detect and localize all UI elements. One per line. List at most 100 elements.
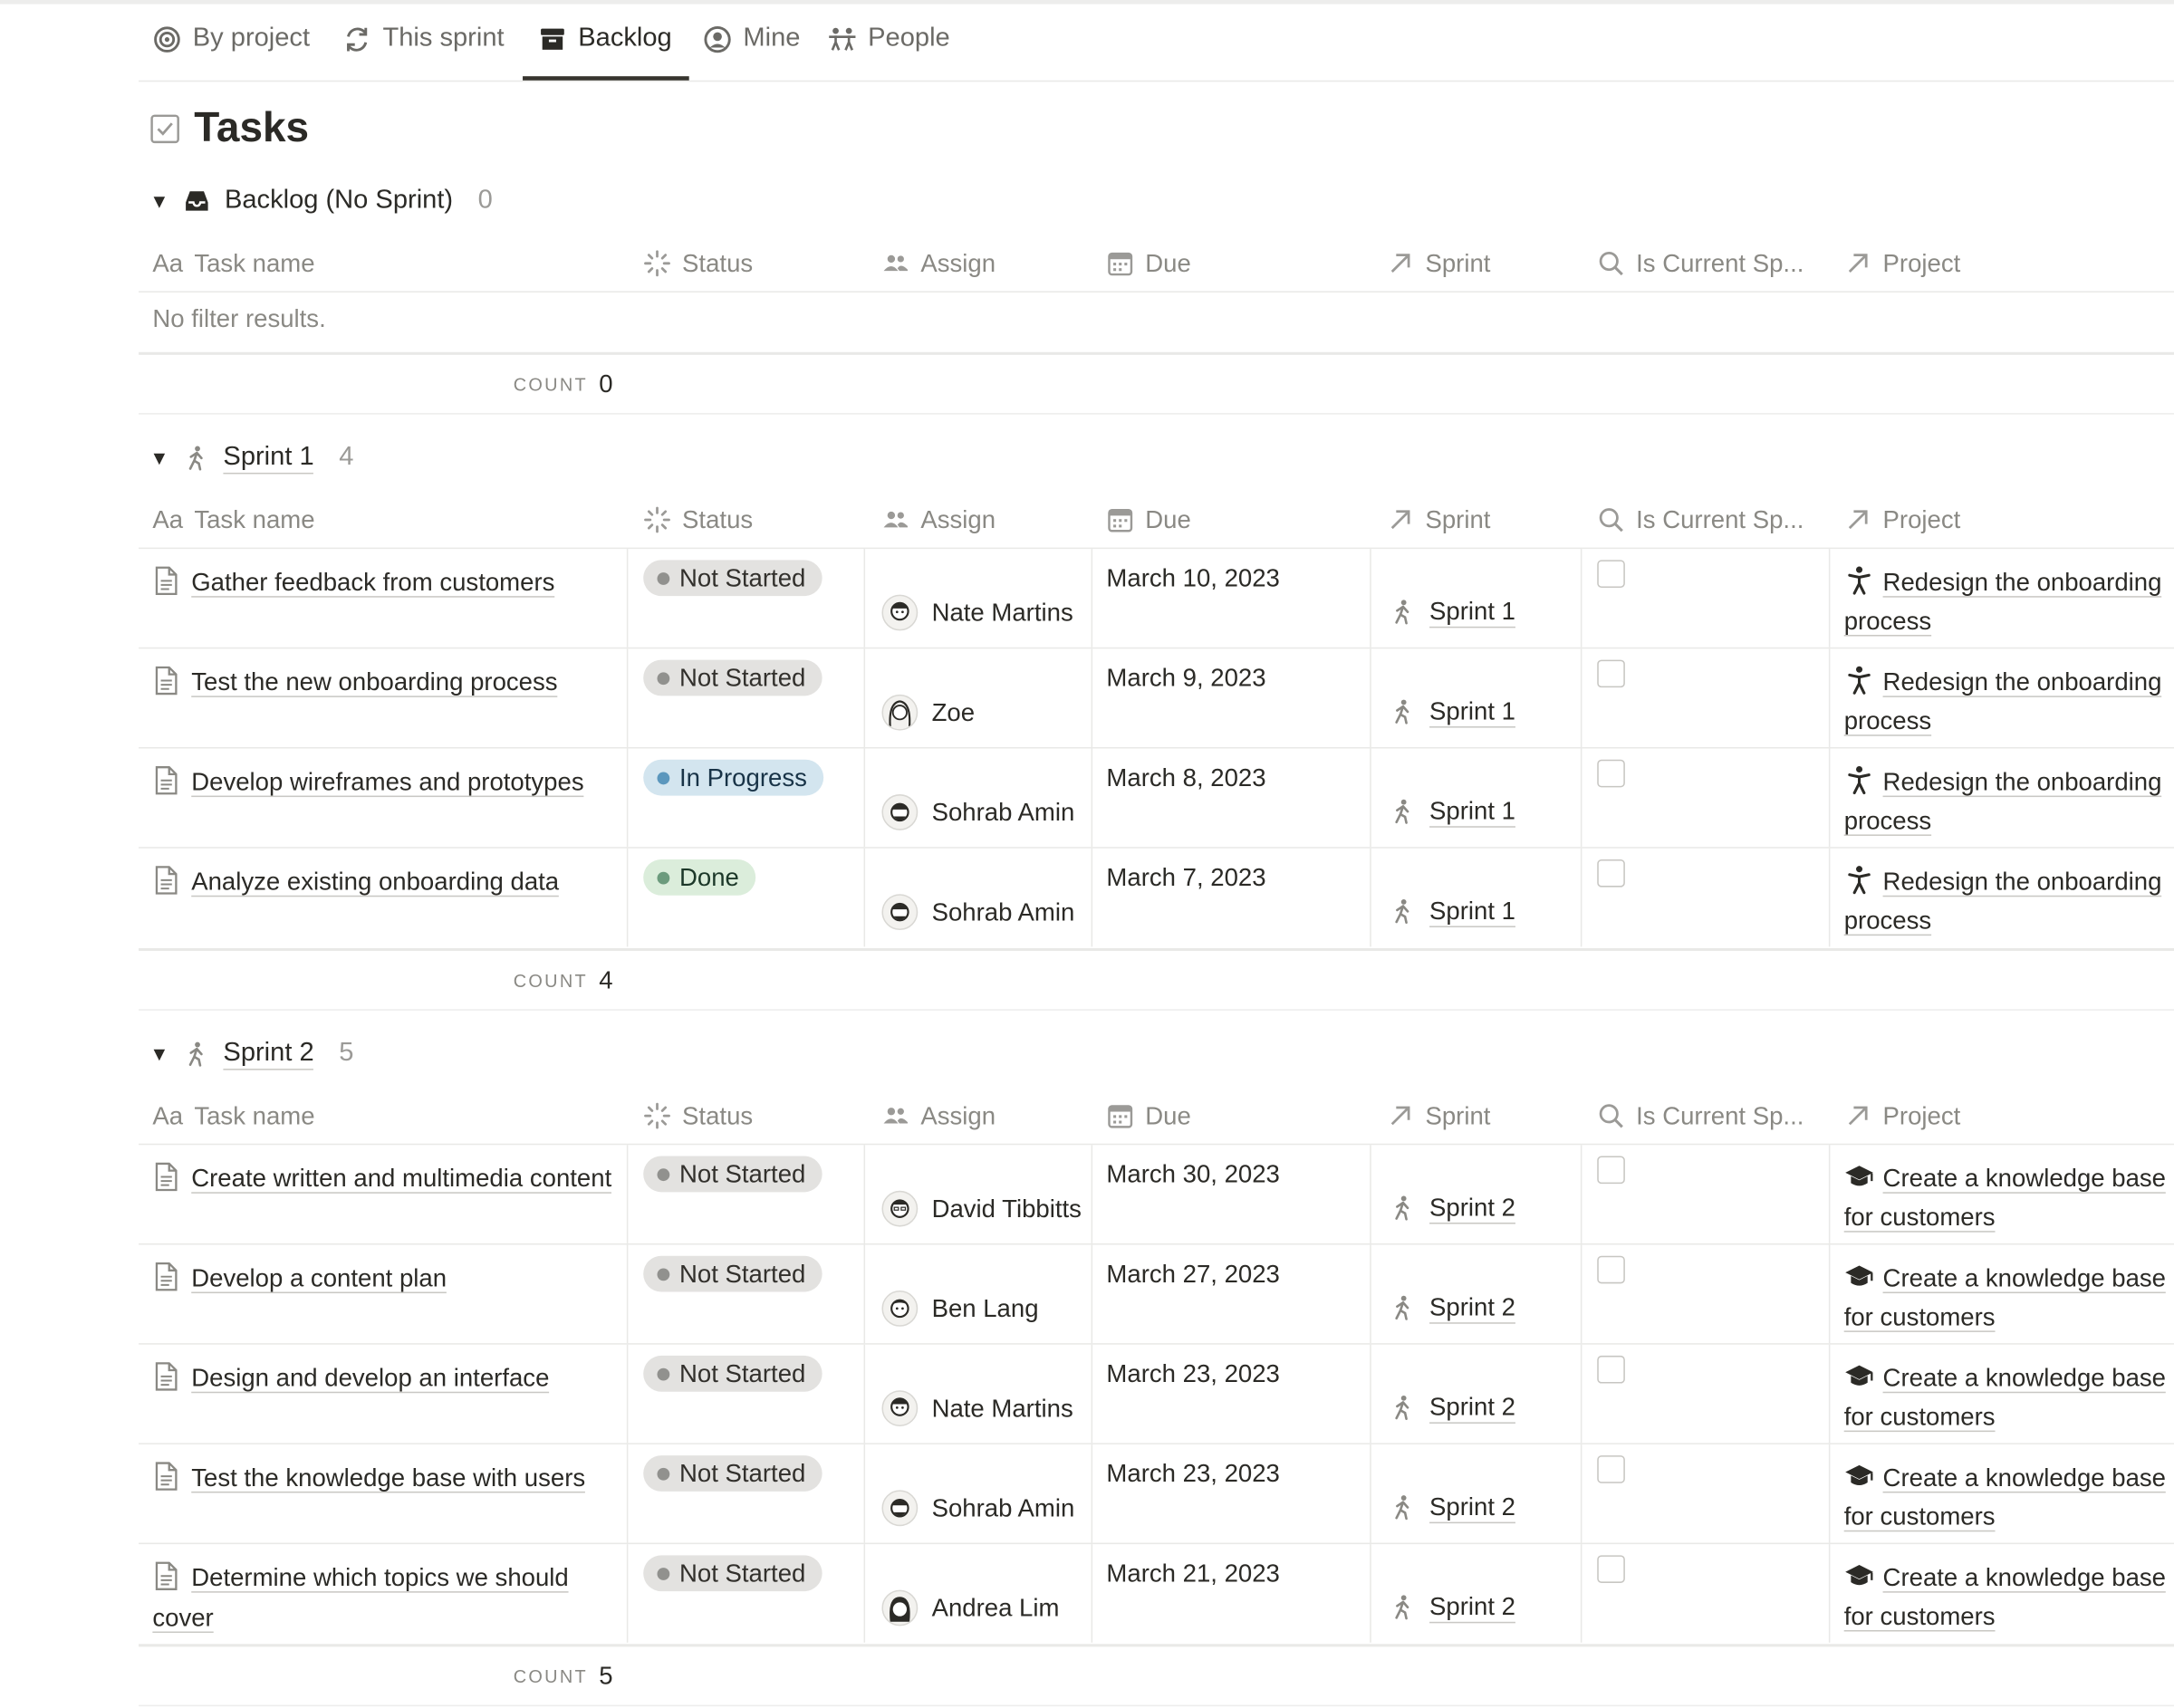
project-link[interactable]: Create a knowledge base for customers [1843, 1264, 2166, 1332]
task-link[interactable]: Develop a content plan [191, 1264, 447, 1294]
table-row[interactable]: Develop a content plan Not Started Ben L… [139, 1244, 2174, 1345]
col-assign[interactable]: Assign [881, 1089, 996, 1144]
sprint-cell[interactable]: Sprint 1 [1390, 663, 1516, 762]
is-current-sprint-checkbox[interactable] [1597, 859, 1625, 958]
tab-mine[interactable]: Mine [703, 24, 800, 79]
task-link[interactable]: Test the knowledge base with users [191, 1463, 586, 1493]
assign-cell[interactable]: Nate Martins [881, 562, 1073, 661]
group-name[interactable]: Sprint 2 [223, 1038, 314, 1070]
task-name-cell[interactable]: Gather feedback from customers [152, 562, 623, 661]
due-cell[interactable]: March 9, 2023 [1106, 663, 1265, 762]
due-cell[interactable]: March 23, 2023 [1106, 1358, 1279, 1457]
assign-cell[interactable]: Andrea Lim [881, 1558, 1059, 1656]
caret-down-icon[interactable]: ▼ [149, 1042, 168, 1064]
table-row[interactable]: Test the new onboarding process Not Star… [139, 648, 2174, 749]
col-status[interactable]: Status [643, 492, 753, 547]
group-header[interactable]: ▼ Sprint 1 4 [149, 437, 353, 478]
task-name-cell[interactable]: Develop a content plan [152, 1259, 623, 1358]
project-cell[interactable]: Redesign the onboarding process [1843, 562, 2174, 661]
col-status[interactable]: Status [643, 1089, 753, 1144]
project-link[interactable]: Redesign the onboarding process [1843, 568, 2161, 637]
status-cell[interactable]: In Progress [643, 759, 824, 859]
task-link[interactable]: Design and develop an interface [191, 1364, 550, 1394]
col-status[interactable]: Status [643, 235, 753, 291]
task-link[interactable]: Test the new onboarding process [191, 667, 558, 697]
assign-cell[interactable]: Sohrab Amin [881, 862, 1074, 961]
project-link[interactable]: Redesign the onboarding process [1843, 667, 2161, 736]
col-project[interactable]: Project [1844, 1089, 1960, 1144]
col-task-name[interactable]: Aa Task name [152, 492, 314, 547]
col-due[interactable]: Due [1106, 235, 1191, 291]
col-due[interactable]: Due [1106, 1089, 1191, 1144]
col-due[interactable]: Due [1106, 492, 1191, 547]
assign-cell[interactable]: Ben Lang [881, 1259, 1039, 1358]
table-row[interactable]: Test the knowledge base with users Not S… [139, 1444, 2174, 1545]
project-cell[interactable]: Redesign the onboarding process [1843, 862, 2174, 961]
status-cell[interactable]: Not Started [643, 1355, 822, 1454]
status-cell[interactable]: Not Started [643, 1156, 822, 1255]
project-link[interactable]: Create a knowledge base for customers [1843, 1463, 2166, 1532]
is-current-sprint-checkbox[interactable] [1597, 1455, 1625, 1554]
project-cell[interactable]: Create a knowledge base for customers [1843, 1458, 2174, 1557]
table-row[interactable]: Analyze existing onboarding data Done So… [139, 848, 2174, 947]
col-is-current-sprint[interactable]: Is Current Sp... [1597, 1089, 1804, 1144]
sprint-cell[interactable]: Sprint 2 [1390, 1358, 1516, 1457]
due-cell[interactable]: March 7, 2023 [1106, 862, 1265, 961]
sprint-link[interactable]: Sprint 1 [1429, 796, 1516, 828]
project-link[interactable]: Create a knowledge base for customers [1843, 1563, 2166, 1632]
sprint-cell[interactable]: Sprint 2 [1390, 1558, 1516, 1656]
project-link[interactable]: Create a knowledge base for customers [1843, 1364, 2166, 1433]
due-cell[interactable]: March 10, 2023 [1106, 562, 1279, 661]
due-cell[interactable]: March 23, 2023 [1106, 1458, 1279, 1557]
status-cell[interactable]: Not Started [643, 1455, 822, 1554]
col-sprint[interactable]: Sprint [1387, 1089, 1490, 1144]
is-current-sprint-checkbox[interactable] [1597, 560, 1625, 658]
task-name-cell[interactable]: Test the knowledge base with users [152, 1458, 623, 1557]
due-cell[interactable]: March 27, 2023 [1106, 1259, 1279, 1358]
status-cell[interactable]: Done [643, 859, 756, 958]
assign-cell[interactable]: Zoe [881, 663, 975, 762]
count[interactable]: COUNT 5 [514, 1646, 613, 1704]
is-current-sprint-checkbox[interactable] [1597, 1555, 1625, 1654]
col-assign[interactable]: Assign [881, 235, 996, 291]
project-link[interactable]: Redesign the onboarding process [1843, 767, 2161, 836]
task-name-cell[interactable]: Create written and multimedia content [152, 1159, 623, 1258]
tab-by-project[interactable]: By project [152, 24, 310, 79]
status-cell[interactable]: Not Started [643, 659, 822, 759]
project-cell[interactable]: Redesign the onboarding process [1843, 763, 2174, 861]
sprint-link[interactable]: Sprint 2 [1429, 1591, 1516, 1624]
col-is-current-sprint[interactable]: Is Current Sp... [1597, 235, 1804, 291]
count[interactable]: COUNT 0 [514, 355, 613, 413]
assign-cell[interactable]: Sohrab Amin [881, 1458, 1074, 1557]
table-row[interactable]: Gather feedback from customers Not Start… [139, 549, 2174, 649]
is-current-sprint-checkbox[interactable] [1597, 659, 1625, 759]
table-row[interactable]: Determine which topics we should cover N… [139, 1544, 2174, 1643]
tab-this-sprint[interactable]: This sprint [342, 24, 505, 79]
tab-people[interactable]: People [828, 24, 950, 79]
sprint-cell[interactable]: Sprint 2 [1390, 1159, 1516, 1258]
status-cell[interactable]: Not Started [643, 1555, 822, 1654]
assign-cell[interactable]: Nate Martins [881, 1358, 1073, 1457]
sprint-cell[interactable]: Sprint 2 [1390, 1259, 1516, 1358]
sprint-link[interactable]: Sprint 2 [1429, 1392, 1516, 1424]
group-header[interactable]: ▼ Backlog (No Sprint) 0 [149, 180, 493, 222]
sprint-link[interactable]: Sprint 2 [1429, 1292, 1516, 1324]
project-cell[interactable]: Create a knowledge base for customers [1843, 1558, 2174, 1656]
task-link[interactable]: Determine which topics we should cover [152, 1563, 569, 1634]
col-project[interactable]: Project [1844, 492, 1960, 547]
project-cell[interactable]: Redesign the onboarding process [1843, 663, 2174, 762]
sprint-cell[interactable]: Sprint 1 [1390, 562, 1516, 661]
table-row[interactable]: Create written and multimedia content No… [139, 1145, 2174, 1245]
project-link[interactable]: Create a knowledge base for customers [1843, 1164, 2166, 1233]
col-task-name[interactable]: Aa Task name [152, 235, 314, 291]
project-cell[interactable]: Create a knowledge base for customers [1843, 1259, 2174, 1358]
due-cell[interactable]: March 8, 2023 [1106, 763, 1265, 861]
col-project[interactable]: Project [1844, 235, 1960, 291]
tab-backlog[interactable]: Backlog [538, 24, 672, 79]
is-current-sprint-checkbox[interactable] [1597, 759, 1625, 859]
col-task-name[interactable]: Aa Task name [152, 1089, 314, 1144]
task-link[interactable]: Create written and multimedia content [191, 1164, 612, 1194]
col-sprint[interactable]: Sprint [1387, 492, 1490, 547]
table-row[interactable]: Design and develop an interface Not Star… [139, 1344, 2174, 1444]
sprint-link[interactable]: Sprint 2 [1429, 1192, 1516, 1224]
